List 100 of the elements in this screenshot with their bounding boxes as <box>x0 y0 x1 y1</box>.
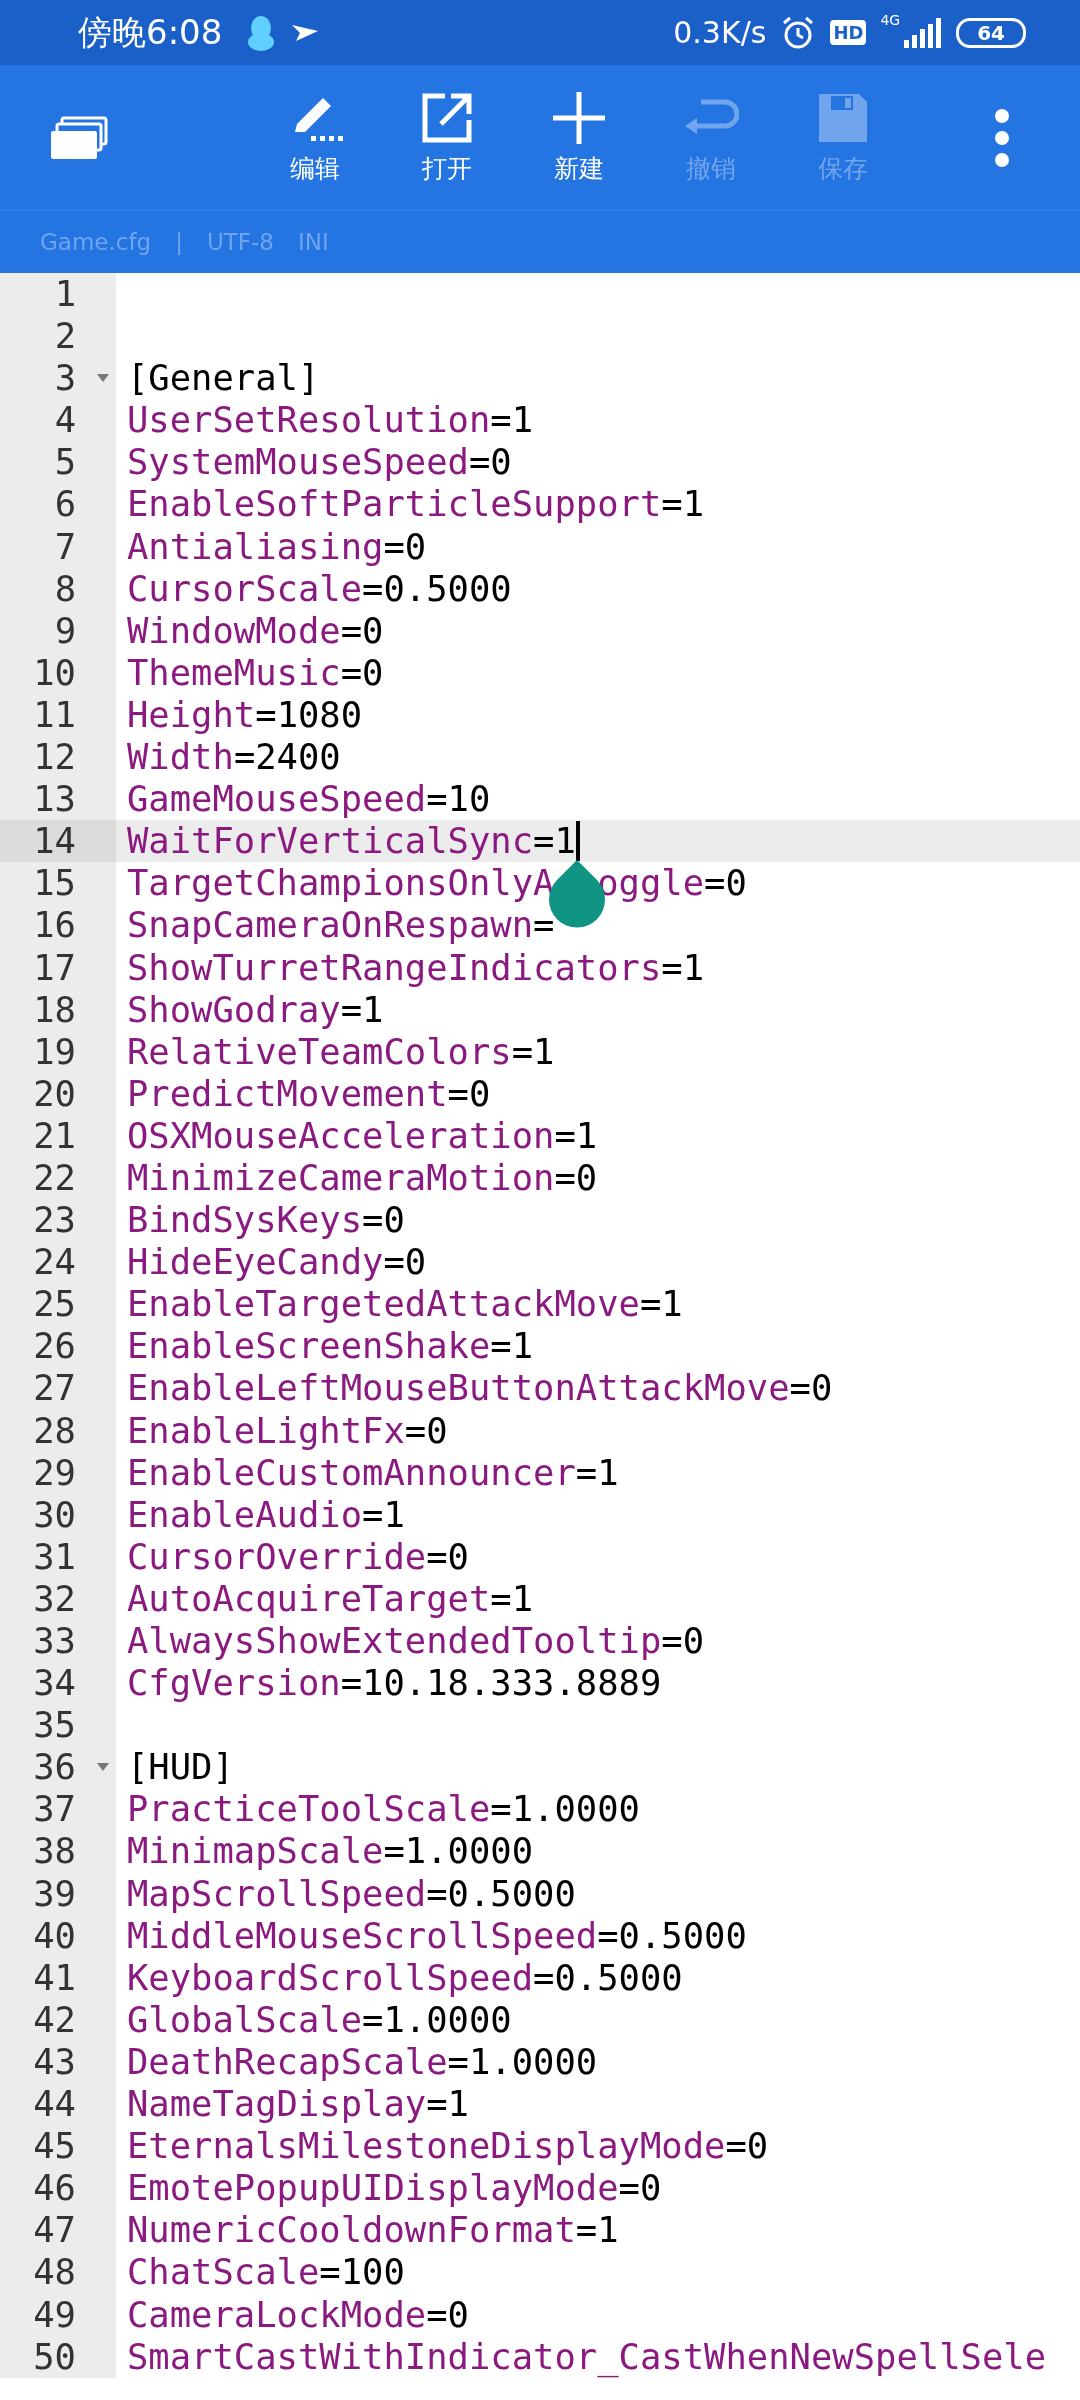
config-entry: CursorScale=0.5000 <box>127 567 512 609</box>
config-entry: RelativeTeamColors=1 <box>127 1030 555 1072</box>
line-number: 36 <box>33 1746 76 1788</box>
config-entry: UserSetResolution=1 <box>127 399 534 441</box>
line-number: 35 <box>33 1704 76 1746</box>
config-entry: EnableScreenShake=1 <box>127 1325 534 1367</box>
config-entry: EnableLeftMouseButtonAttackMove=0 <box>127 1367 833 1409</box>
config-entry: Height=1080 <box>127 693 363 735</box>
config-entry: MinimapScale=1.0000 <box>127 1830 534 1872</box>
line-number: 26 <box>33 1325 76 1367</box>
file-syntax: INI <box>297 229 329 255</box>
config-entry: KeyboardScrollSpeed=0.5000 <box>127 1956 683 1998</box>
config-entry: Antialiasing=0 <box>127 525 427 567</box>
plus-icon <box>551 90 607 146</box>
config-entry: PredictMovement=0 <box>127 1072 491 1114</box>
config-entry: EternalsMilestoneDisplayMode=0 <box>127 2125 769 2167</box>
windows-icon[interactable] <box>50 115 108 160</box>
config-entry: WaitForVerticalSync=1 <box>127 820 576 862</box>
network-type: 4G <box>880 12 901 28</box>
line-number: 5 <box>54 441 76 483</box>
file-encoding: UTF-8 <box>206 229 274 255</box>
line-number: 27 <box>33 1367 76 1409</box>
config-entry: DeathRecapScale=1.0000 <box>127 2040 598 2082</box>
line-number: 38 <box>33 1830 76 1872</box>
line-number: 41 <box>33 1956 76 1998</box>
edit-button[interactable]: 编辑 <box>254 90 376 185</box>
line-number: 16 <box>33 904 76 946</box>
text-cursor <box>575 821 580 862</box>
config-entry: OSXMouseAcceleration=1 <box>127 1114 598 1156</box>
config-entry: NameTagDisplay=1 <box>127 2083 469 2125</box>
config-entry: GlobalScale=1.0000 <box>127 1998 512 2040</box>
line-number: 43 <box>33 2040 76 2082</box>
line-number: 28 <box>33 1409 76 1451</box>
line-number: 1 <box>54 273 76 314</box>
config-entry: AutoAcquireTarget=1 <box>127 1577 534 1619</box>
config-entry: ShowTurretRangeIndicators=1 <box>127 946 705 988</box>
config-entry: ThemeMusic=0 <box>127 651 384 693</box>
config-entry: GameMouseSpeed=10 <box>127 778 491 820</box>
fold-caret-icon[interactable] <box>96 373 110 384</box>
section-header: [HUD] <box>127 1746 234 1788</box>
network-speed: 0.3K/s <box>673 15 767 50</box>
new-button[interactable]: 新建 <box>518 90 640 185</box>
file-name: Game.cfg <box>40 229 152 255</box>
config-entry: PracticeToolScale=1.0000 <box>127 1788 640 1830</box>
line-number: 6 <box>54 483 76 525</box>
signal-icon <box>902 17 943 48</box>
config-entry: AlwaysShowExtendedTooltip=0 <box>127 1620 705 1661</box>
open-button[interactable]: 打开 <box>386 90 508 185</box>
more-icon[interactable] <box>992 107 1012 168</box>
config-entry: Width=2400 <box>127 736 341 778</box>
battery-level: 64 <box>956 17 1026 48</box>
line-number: 34 <box>33 1662 76 1704</box>
config-entry: BindSysKeys=0 <box>127 1199 405 1241</box>
line-number: 7 <box>54 525 76 567</box>
line-number: 42 <box>33 1998 76 2040</box>
line-number: 12 <box>33 736 76 778</box>
line-number: 30 <box>33 1493 76 1535</box>
line-number: 21 <box>33 1114 76 1156</box>
config-entry: CameraLockMode=0 <box>127 2293 469 2335</box>
line-number: 24 <box>33 1241 76 1283</box>
separator: | <box>175 229 183 255</box>
config-entry: SmartCastWithIndicator_CastWhenNewSpellSele <box>127 2335 1047 2377</box>
line-number: 14 <box>33 820 76 862</box>
config-key: TargetChampionsOnlyA <box>127 862 555 904</box>
line-number: 19 <box>33 1030 76 1072</box>
line-number: 25 <box>33 1283 76 1325</box>
config-entry: WindowMode=0 <box>127 609 384 651</box>
line-number: 44 <box>33 2083 76 2125</box>
line-number: 48 <box>33 2251 76 2293</box>
line-number: 23 <box>33 1199 76 1241</box>
config-entry: EnableTargetedAttackMove=1 <box>127 1283 683 1325</box>
line-number: 29 <box>33 1451 76 1493</box>
fold-caret-icon[interactable] <box>96 1762 110 1773</box>
line-number: 46 <box>33 2167 76 2209</box>
config-entry: NumericCooldownFormat=1 <box>127 2209 619 2251</box>
config-entry: MinimizeCameraMotion=0 <box>127 1156 598 1198</box>
line-number: 39 <box>33 1872 76 1914</box>
config-entry: EnableSoftParticleSupport=1 <box>127 483 705 525</box>
penguin-icon <box>246 13 277 52</box>
line-number: 11 <box>33 693 76 735</box>
clock-time: 傍晚6:08 <box>78 10 223 54</box>
hd-badge: HD <box>830 20 867 45</box>
line-number: 32 <box>33 1577 76 1619</box>
config-entry: MiddleMouseScrollSpeed=0.5000 <box>127 1914 747 1956</box>
line-number: 37 <box>33 1788 76 1830</box>
line-number: 47 <box>33 2209 76 2251</box>
config-entry: EnableCustomAnnouncer=1 <box>127 1451 619 1493</box>
line-number: 22 <box>33 1156 76 1198</box>
config-entry: MapScrollSpeed=0.5000 <box>127 1872 576 1914</box>
line-number: 4 <box>54 399 76 441</box>
line-number: 9 <box>54 609 76 651</box>
config-entry: oggle=0 <box>597 862 747 904</box>
line-number: 20 <box>33 1072 76 1114</box>
line-number: 50 <box>33 2335 76 2377</box>
line-number: 10 <box>33 651 76 693</box>
config-entry: EnableLightFx=0 <box>127 1409 448 1451</box>
line-number: 8 <box>54 567 76 609</box>
line-number: 33 <box>33 1620 76 1661</box>
line-number: 49 <box>33 2293 76 2335</box>
config-entry: ShowGodray=1 <box>127 988 384 1030</box>
